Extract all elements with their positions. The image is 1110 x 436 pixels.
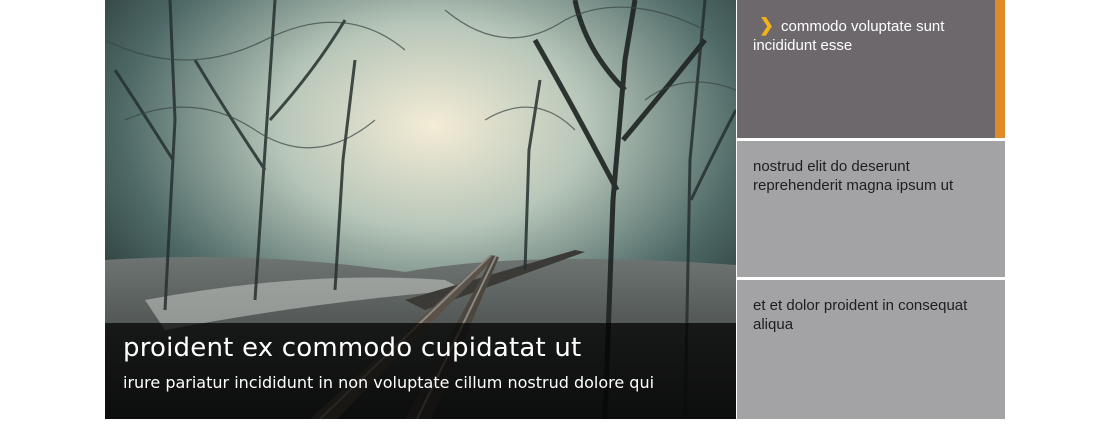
slide-tab-2[interactable]: nostrud elit do deserunt reprehenderit m… xyxy=(737,141,1005,277)
active-tab-indicator xyxy=(995,0,1005,138)
tab-label: nostrud elit do deserunt reprehenderit m… xyxy=(753,158,954,194)
slide-tab-1[interactable]: ❯ commodo voluptate sunt incididunt esse xyxy=(737,0,1005,138)
featured-slider: proident ex commodo cupidatat ut irure p… xyxy=(105,0,1005,419)
slide-tabs: ❯ commodo voluptate sunt incididunt esse … xyxy=(736,0,1005,419)
tab-label: et et dolor proident in consequat aliqua xyxy=(753,297,968,333)
slide-subtitle: irure pariatur incididunt in non volupta… xyxy=(123,373,655,392)
slide-tab-3[interactable]: et et dolor proident in consequat aliqua xyxy=(737,280,1005,419)
hero-slide[interactable]: proident ex commodo cupidatat ut irure p… xyxy=(105,0,736,419)
tab-label: commodo voluptate sunt incididunt esse xyxy=(753,18,945,54)
chevron-right-icon: ❯ xyxy=(759,15,775,35)
slide-title[interactable]: proident ex commodo cupidatat ut xyxy=(123,333,581,363)
slide-caption: proident ex commodo cupidatat ut irure p… xyxy=(105,323,736,419)
